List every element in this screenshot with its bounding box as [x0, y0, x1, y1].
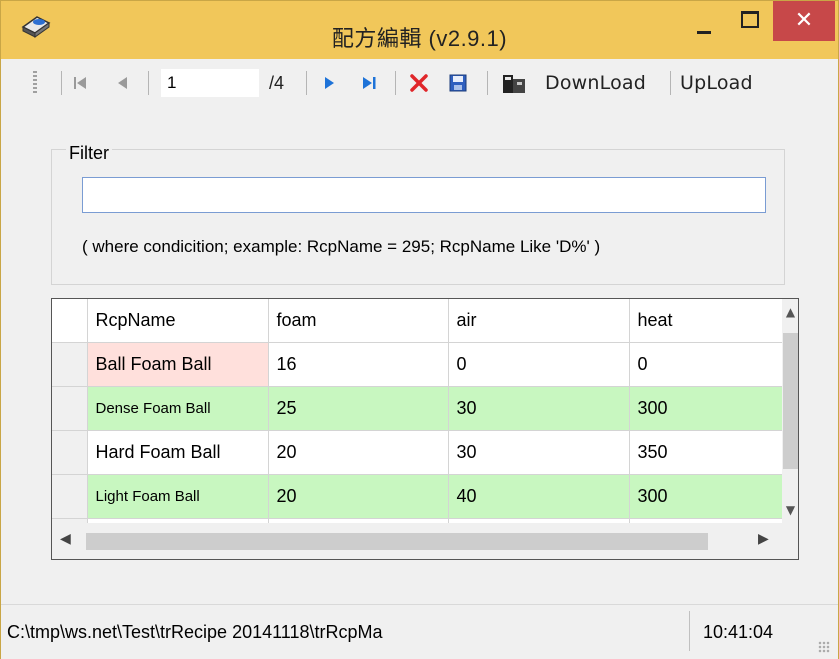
- move-next-icon[interactable]: [319, 73, 339, 93]
- filter-hint: ( where condicition; example: RcpName = …: [82, 237, 601, 256]
- table-row: Dense Foam Ball 25 30 300: [52, 386, 784, 431]
- move-last-icon[interactable]: [359, 73, 379, 93]
- resize-grip-icon[interactable]: [818, 641, 830, 653]
- main-window: 配方編輯 (v2.9.1) ✕ /4: [0, 0, 839, 659]
- grid-corner-header[interactable]: [52, 299, 88, 343]
- column-header-heat[interactable]: heat: [629, 299, 784, 343]
- toolbar-grip[interactable]: [33, 71, 37, 93]
- navigator-toolbar: /4 DownLoad UpLoad: [1, 59, 838, 107]
- status-bar: C:\tmp\ws.net\Test\trRecipe 20141118\trR…: [1, 604, 838, 659]
- scroll-right-icon[interactable]: ▶: [758, 531, 769, 547]
- toolbar-separator: [306, 71, 307, 95]
- horizontal-scroll-thumb[interactable]: [86, 533, 708, 550]
- status-separator: [689, 611, 690, 651]
- filter-input[interactable]: [82, 177, 766, 213]
- column-header-air[interactable]: air: [448, 299, 630, 343]
- cell-heat[interactable]: 300: [629, 474, 784, 519]
- title-bar[interactable]: 配方編輯 (v2.9.1) ✕: [1, 1, 838, 59]
- status-time: 10:41:04: [703, 622, 774, 642]
- column-header-rcpname[interactable]: RcpName: [87, 299, 269, 343]
- upload-button[interactable]: UpLoad: [680, 72, 753, 94]
- delete-icon[interactable]: [409, 73, 429, 93]
- cell-heat[interactable]: 0: [629, 342, 784, 387]
- cell-foam[interactable]: 25: [268, 386, 449, 431]
- toolbar-separator: [395, 71, 396, 95]
- cell-rcpname[interactable]: Dense Foam Ball: [87, 386, 269, 431]
- cell-air[interactable]: 0: [448, 342, 630, 387]
- download-button[interactable]: DownLoad: [545, 72, 646, 94]
- cell-air[interactable]: 30: [448, 386, 630, 431]
- scroll-up-icon[interactable]: ▲: [782, 305, 798, 319]
- filter-groupbox: [51, 149, 785, 285]
- move-previous-icon[interactable]: [113, 73, 133, 93]
- toolbar-separator: [670, 71, 671, 95]
- table-row: Hard Foam Ball 20 30 350: [52, 430, 784, 475]
- scroll-left-icon[interactable]: ◀: [60, 531, 71, 547]
- cell-rcpname[interactable]: Light Foam Ball: [87, 474, 269, 519]
- scroll-down-icon[interactable]: ▼: [782, 503, 798, 517]
- vertical-scrollbar[interactable]: ▲ ▼: [782, 299, 798, 523]
- vertical-scroll-thumb[interactable]: [783, 333, 798, 469]
- horizontal-scrollbar[interactable]: ◀ ▶: [52, 523, 782, 559]
- close-button[interactable]: ✕: [773, 1, 835, 41]
- cell-air[interactable]: 40: [448, 474, 630, 519]
- table-row: Light Foam Ball 20 40 300: [52, 474, 784, 519]
- cell-foam[interactable]: 16: [268, 342, 449, 387]
- filter-legend: Filter: [66, 143, 112, 164]
- close-icon: ✕: [794, 8, 814, 33]
- scrollbar-corner: [782, 523, 798, 559]
- cell-heat[interactable]: 350: [629, 430, 784, 475]
- position-input[interactable]: [161, 69, 259, 97]
- minimize-icon: [697, 31, 711, 34]
- table-row: Ball Foam Ball 16 0 0: [52, 342, 784, 387]
- row-header[interactable]: [52, 342, 88, 387]
- toolbar-separator: [61, 71, 62, 95]
- grid-header-row: RcpName foam air heat: [52, 299, 784, 343]
- cell-foam[interactable]: 20: [268, 430, 449, 475]
- row-header[interactable]: [52, 474, 88, 519]
- column-header-foam[interactable]: foam: [268, 299, 449, 343]
- maximize-icon: [741, 11, 759, 28]
- status-file-path: C:\tmp\ws.net\Test\trRecipe 20141118\trR…: [7, 622, 383, 642]
- download-icon: [503, 75, 525, 93]
- toolbar-separator: [487, 71, 488, 95]
- toolbar-separator: [148, 71, 149, 95]
- recipe-grid: RcpName foam air heat Ball Foam Ball 16 …: [51, 298, 799, 560]
- cell-foam[interactable]: 20: [268, 474, 449, 519]
- cell-rcpname[interactable]: Hard Foam Ball: [87, 430, 269, 475]
- row-header[interactable]: [52, 430, 88, 475]
- minimize-button[interactable]: [681, 1, 727, 41]
- record-count-label: /4: [269, 73, 285, 93]
- maximize-button[interactable]: [727, 1, 773, 41]
- move-first-icon[interactable]: [71, 73, 91, 93]
- cell-heat[interactable]: 300: [629, 386, 784, 431]
- cell-air[interactable]: 30: [448, 430, 630, 475]
- cell-rcpname[interactable]: Ball Foam Ball: [87, 342, 269, 387]
- row-header[interactable]: [52, 386, 88, 431]
- save-icon[interactable]: [448, 73, 468, 93]
